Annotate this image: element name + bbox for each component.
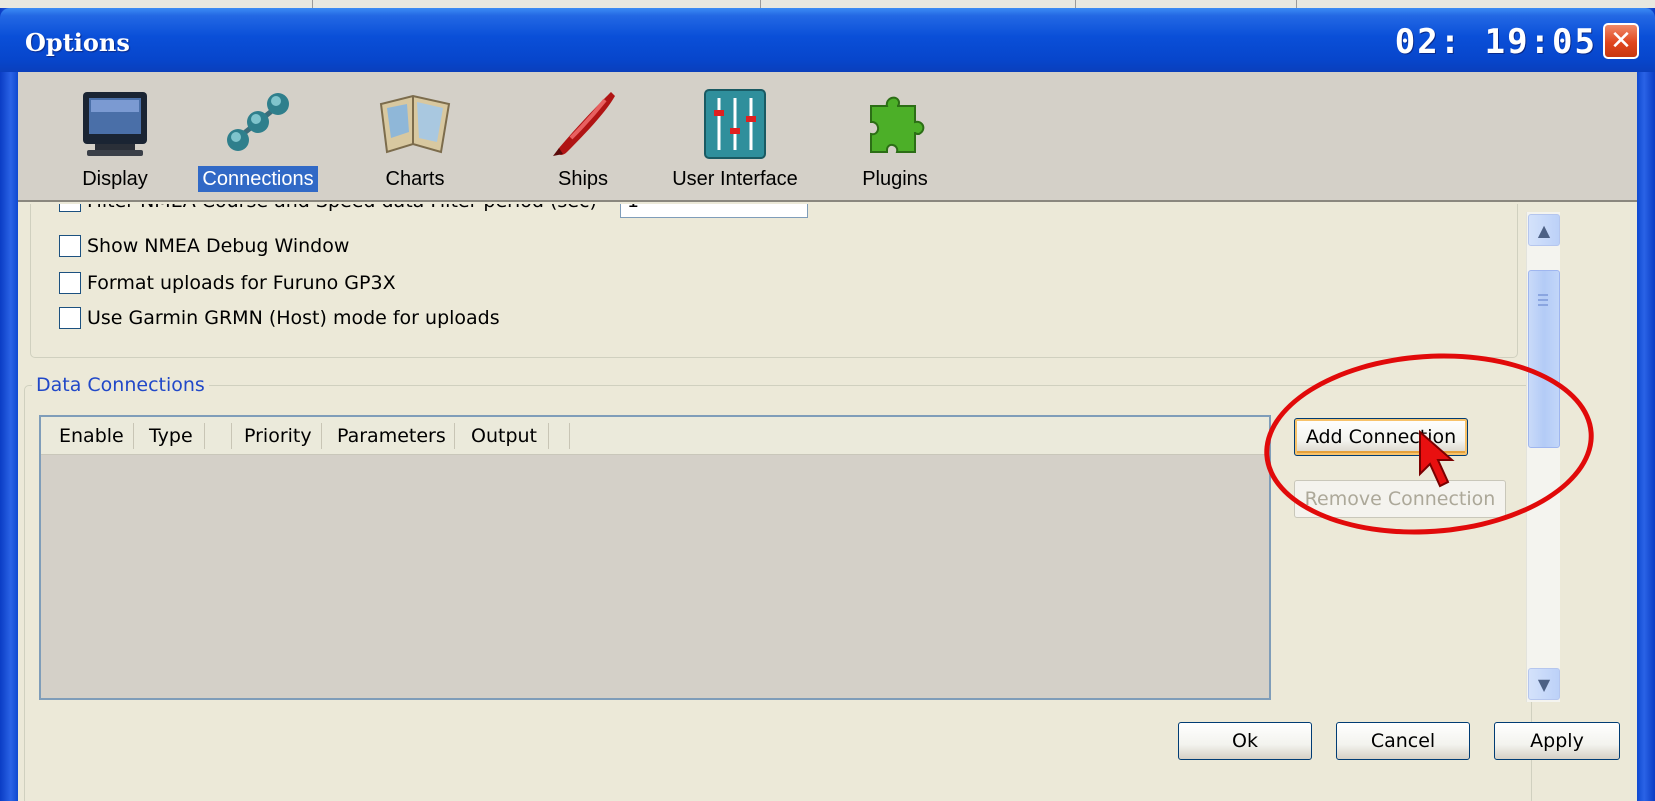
show-nmea-debug-checkbox[interactable]	[59, 235, 81, 257]
ship-icon	[553, 92, 615, 156]
filter-nmea-row: Filter NMEA Course and Speed data Filter…	[59, 204, 597, 215]
tab-connections[interactable]: Connections	[198, 72, 318, 200]
apply-button[interactable]: Apply	[1494, 722, 1620, 760]
tab-label: Display	[82, 168, 148, 190]
column-separator	[321, 423, 322, 449]
window-frame-right	[1637, 8, 1655, 801]
nmea-options-group: Filter NMEA Course and Speed data Filter…	[30, 204, 1518, 358]
tab-charts[interactable]: Charts	[350, 72, 480, 200]
filter-nmea-label: Filter NMEA Course and Speed data Filter…	[87, 204, 597, 212]
furuno-gp3x-label: Format uploads for Furuno GP3X	[87, 272, 396, 294]
puzzle-icon	[870, 96, 925, 153]
tab-display[interactable]: Display	[50, 72, 180, 200]
furuno-gp3x-row: Format uploads for Furuno GP3X	[59, 269, 396, 297]
garmin-grmn-checkbox[interactable]	[59, 307, 81, 329]
options-toolbar: Display Connections Charts Ships User In…	[18, 72, 1637, 202]
tab-label: Plugins	[862, 168, 928, 190]
filter-period-input[interactable]: 1	[620, 204, 808, 218]
show-nmea-debug-row: Show NMEA Debug Window	[59, 232, 349, 260]
cancel-button[interactable]: Cancel	[1336, 722, 1470, 760]
chevron-up-icon: ▲	[1537, 220, 1551, 240]
column-separator	[204, 423, 205, 449]
column-separator	[548, 423, 549, 449]
scroll-up-button[interactable]: ▲	[1528, 214, 1560, 246]
close-icon: ✕	[1610, 26, 1632, 56]
column-output[interactable]: Output	[471, 417, 537, 455]
tab-label: Ships	[557, 168, 609, 190]
garmin-grmn-row: Use Garmin GRMN (Host) mode for uploads	[59, 304, 500, 332]
ok-button[interactable]: Ok	[1178, 722, 1312, 760]
monitor-icon	[83, 92, 147, 156]
garmin-grmn-label: Use Garmin GRMN (Host) mode for uploads	[87, 307, 500, 329]
list-header: Enable Type Priority Parameters Output	[41, 417, 1269, 455]
sliders-icon	[704, 89, 766, 159]
show-nmea-debug-label: Show NMEA Debug Window	[87, 235, 350, 257]
column-separator	[231, 423, 232, 449]
tab-plugins[interactable]: Plugins	[840, 72, 950, 200]
connections-icon	[227, 93, 289, 151]
column-priority[interactable]: Priority	[244, 417, 312, 455]
data-connections-title: Data Connections	[32, 374, 209, 396]
connections-list[interactable]: Enable Type Priority Parameters Output	[39, 415, 1271, 700]
tab-label: User Interface	[672, 168, 798, 190]
close-button[interactable]: ✕	[1603, 23, 1639, 59]
furuno-gp3x-checkbox[interactable]	[59, 272, 81, 294]
window-frame-left	[0, 8, 18, 801]
column-parameters[interactable]: Parameters	[337, 417, 446, 455]
column-type[interactable]: Type	[149, 417, 193, 455]
scroll-down-button[interactable]: ▼	[1528, 668, 1560, 700]
tab-label: Connections	[198, 166, 318, 192]
mouse-cursor-icon	[1419, 430, 1455, 488]
charts-icon	[379, 94, 451, 154]
window-title: Options	[25, 28, 130, 57]
chevron-down-icon: ▼	[1537, 674, 1551, 694]
tab-label: Charts	[385, 168, 445, 190]
scroll-grip-icon	[1538, 294, 1548, 306]
clock-display: 02: 19:05	[1394, 22, 1597, 62]
column-enable[interactable]: Enable	[59, 417, 124, 455]
tab-ships[interactable]: Ships	[528, 72, 638, 200]
tab-user-interface[interactable]: User Interface	[660, 72, 810, 200]
column-separator	[569, 423, 570, 449]
filter-nmea-checkbox[interactable]	[59, 204, 81, 212]
column-separator	[454, 423, 455, 449]
column-separator	[133, 423, 134, 449]
title-bar[interactable]: Options 02: 19:05 ✕	[0, 8, 1655, 72]
